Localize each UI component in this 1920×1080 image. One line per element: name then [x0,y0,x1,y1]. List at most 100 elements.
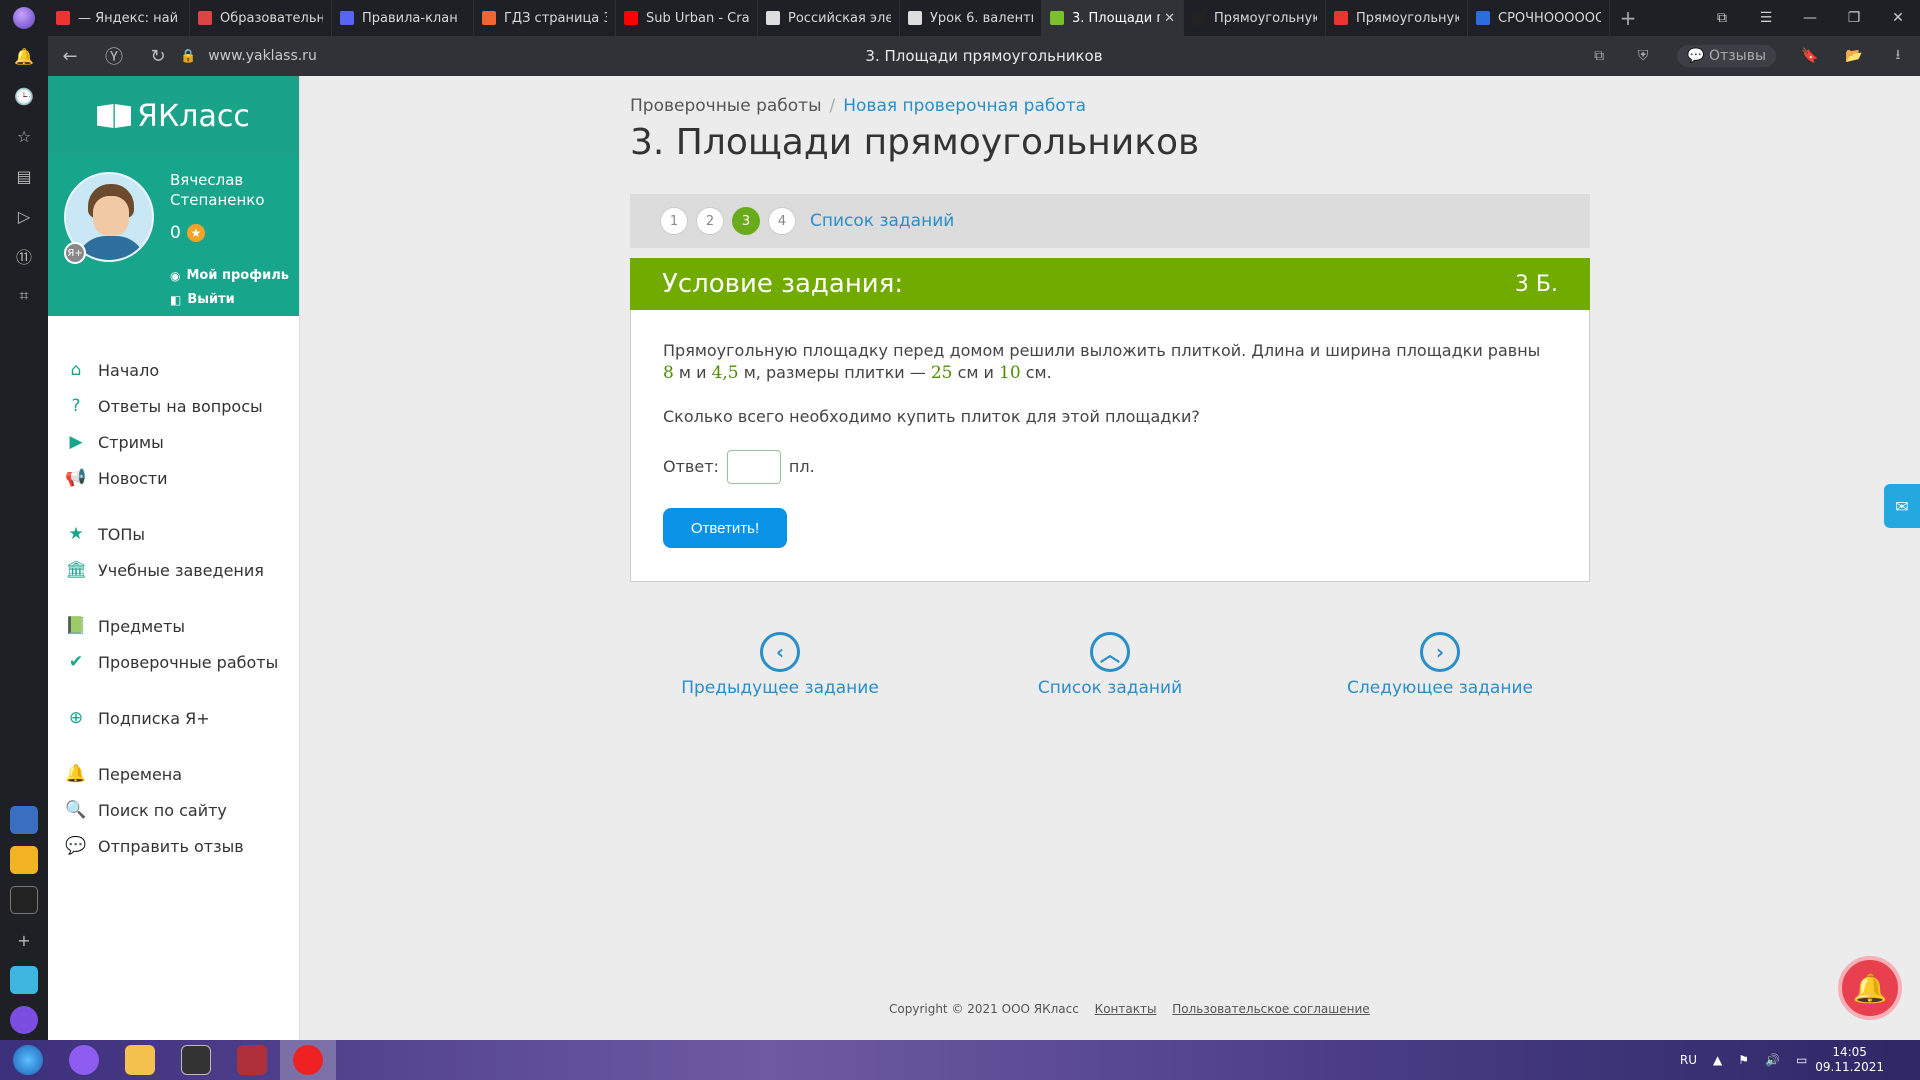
calendar-icon[interactable]: ⑪ [0,236,48,276]
footer-contacts-link[interactable]: Контакты [1095,1002,1157,1016]
browser-tab[interactable]: Sub Urban - Crad [616,0,758,36]
collections-icon[interactable]: 📂 [1832,48,1876,64]
volume-icon[interactable]: 🔊 [1765,1053,1780,1067]
os-taskbar: RU ▲ ⚑ 🔊 ▭ 14:05 09.11.2021 [0,1040,1920,1080]
news-icon: 📢 [65,468,87,488]
taskbar-alice-icon[interactable] [56,1040,112,1080]
sidebar-item-home[interactable]: ⌂ Начало [48,352,299,388]
sidebar-item-feedback[interactable]: 💬 Отправить отзыв [48,828,299,864]
answer-unit: пл. [788,457,815,476]
back-icon[interactable]: ← [48,36,92,76]
browser-tab[interactable]: ГДЗ страница 33 [474,0,616,36]
restore-button[interactable]: ❐ [1832,0,1876,36]
taskbar-explorer-icon[interactable] [112,1040,168,1080]
new-tab-button[interactable]: + [1610,0,1646,36]
app-icon-messenger[interactable] [10,966,38,994]
taskbar-yandex-browser-icon[interactable] [280,1040,336,1080]
logout-link[interactable]: ◧ Выйти [170,292,235,307]
sidebar-item-star[interactable]: ★ ТОПы [48,516,299,552]
notification-bell-icon[interactable]: 🔔 [1838,956,1902,1020]
url-field[interactable]: www.yaklass.ru [208,48,317,64]
task-step-3[interactable]: 3 [732,207,760,235]
reviews-button[interactable]: 💬 Отзывы [1677,45,1776,67]
next-task-link[interactable]: › Следующее задание [1320,632,1560,698]
history-icon[interactable]: 🕒 [0,76,48,116]
browser-tab[interactable]: СРОЧНОООООО [1468,0,1610,36]
tray-arrow-icon[interactable]: ▲ [1713,1053,1722,1067]
sidebar-item-search[interactable]: 🔍 Поиск по сайту [48,792,299,828]
sidebar-item-book[interactable]: 📗 Предметы [48,608,299,644]
browser-tab[interactable]: — Яндекс: най [48,0,190,36]
sidebar-item-question[interactable]: ? Ответы на вопросы [48,388,299,424]
language-indicator[interactable]: RU [1680,1053,1697,1067]
condition-title: Условие задания: [662,269,904,299]
network-icon[interactable]: ▭ [1796,1053,1807,1067]
browser-tab[interactable]: Образовательн [190,0,332,36]
notifications-icon[interactable]: 🔔 [0,36,48,76]
screenshot-icon[interactable]: ⌗ [0,276,48,316]
extensions-icon[interactable]: ⛨ [1621,48,1665,64]
close-tab-icon[interactable]: ✕ [1164,11,1175,26]
system-tray: RU ▲ ⚑ 🔊 ▭ 14:05 09.11.2021 [1672,1040,1920,1080]
footer-agreement-link[interactable]: Пользовательское соглашение [1172,1002,1369,1016]
clock[interactable]: 14:05 09.11.2021 [1815,1045,1884,1075]
task-step-4[interactable]: 4 [768,207,796,235]
sidebar-item-school[interactable]: 🏛 Учебные заведения [48,552,299,588]
user-name[interactable]: Вячеслав Степаненко [170,170,290,210]
brand-name: ЯКласс [137,98,250,134]
condition-header: Условие задания: 3 Б. [630,258,1590,310]
breadcrumb-root[interactable]: Проверочные работы [630,96,822,116]
sidebar-item-news[interactable]: 📢 Новости [48,460,299,496]
task-step-2[interactable]: 2 [696,207,724,235]
sidebar-item-check[interactable]: ✔ Проверочные работы [48,644,299,680]
breadcrumb-current[interactable]: Новая проверочная работа [843,96,1086,116]
download-icon[interactable]: ⭳ [1876,44,1920,68]
browser-tab[interactable]: Российская элек [758,0,900,36]
yandex-browser-logo[interactable] [0,0,48,36]
collections-icon[interactable]: ▤ [0,156,48,196]
sidebar-item-stream[interactable]: ▶ Стримы [48,424,299,460]
app-icon-mail[interactable] [10,846,38,874]
browser-tab[interactable]: Правила-клан [332,0,474,36]
browser-side-panel: 🔔 🕒 ☆ ▤ ▷ ⑪ ⌗ + [0,36,48,1040]
browser-tab[interactable]: Прямоугольную [1326,0,1468,36]
app-icon-music[interactable] [10,886,38,914]
flag-icon[interactable]: ⚑ [1738,1053,1749,1067]
bookmark-icon[interactable]: 🔖 [1788,48,1832,64]
my-profile-link[interactable]: ◉ Мой профиль [170,268,289,283]
task-list-link[interactable]: Список заданий [810,211,954,231]
yandex-icon[interactable]: Ⓨ [92,36,136,76]
task-step-1[interactable]: 1 [660,207,688,235]
brand-logo[interactable]: ЯКласс [48,76,299,156]
user-profile-card: Я+ Вячеслав Степаненко 0 ★ ◉ Мой профиль ◧… [48,156,299,316]
close-window-button[interactable]: ✕ [1876,0,1920,36]
taskbar-winrar-icon[interactable] [224,1040,280,1080]
answer-input[interactable] [726,450,781,484]
mail-icon[interactable]: ✉ [1884,484,1920,528]
task-body: Прямоугольную площадку перед домом решил… [630,310,1590,582]
browser-tab[interactable]: Урок 6. валентн [900,0,1042,36]
favorites-icon[interactable]: ☆ [0,116,48,156]
task-list-nav-link[interactable]: ︿ Список заданий [990,632,1230,698]
submit-answer-button[interactable]: Ответить! [663,508,787,548]
sidebar-item-label: Предметы [98,616,185,636]
browser-tab[interactable]: 3. Площади пр ✕ [1042,0,1184,36]
sidebar-item-subscription[interactable]: ⊕ Подписка Я+ [48,700,299,736]
alice-icon[interactable] [10,1006,38,1034]
prev-task-link[interactable]: ‹ Предыдущее задание [660,632,900,698]
video-icon[interactable]: ▷ [0,196,48,236]
add-app-icon[interactable]: + [0,920,48,960]
browser-tab[interactable]: Прямоугольную [1184,0,1326,36]
sidebar-item-bell[interactable]: 🔔 Перемена [48,756,299,792]
menu-icon[interactable]: ☰ [1744,0,1788,36]
tabs-icon[interactable]: ⧉ [1577,48,1621,64]
bookmark-panel-icon[interactable]: ⧉ [1700,0,1744,36]
app-icon-desktop[interactable] [10,806,38,834]
minimize-button[interactable]: — [1788,0,1832,36]
reload-icon[interactable]: ↻ [136,36,180,76]
tab-title: Sub Urban - Crad [646,10,749,26]
taskbar-game-icon[interactable] [168,1040,224,1080]
lock-icon[interactable]: 🔒 [180,49,196,64]
start-button[interactable] [0,1040,56,1080]
answer-label: Ответ: [663,457,719,476]
